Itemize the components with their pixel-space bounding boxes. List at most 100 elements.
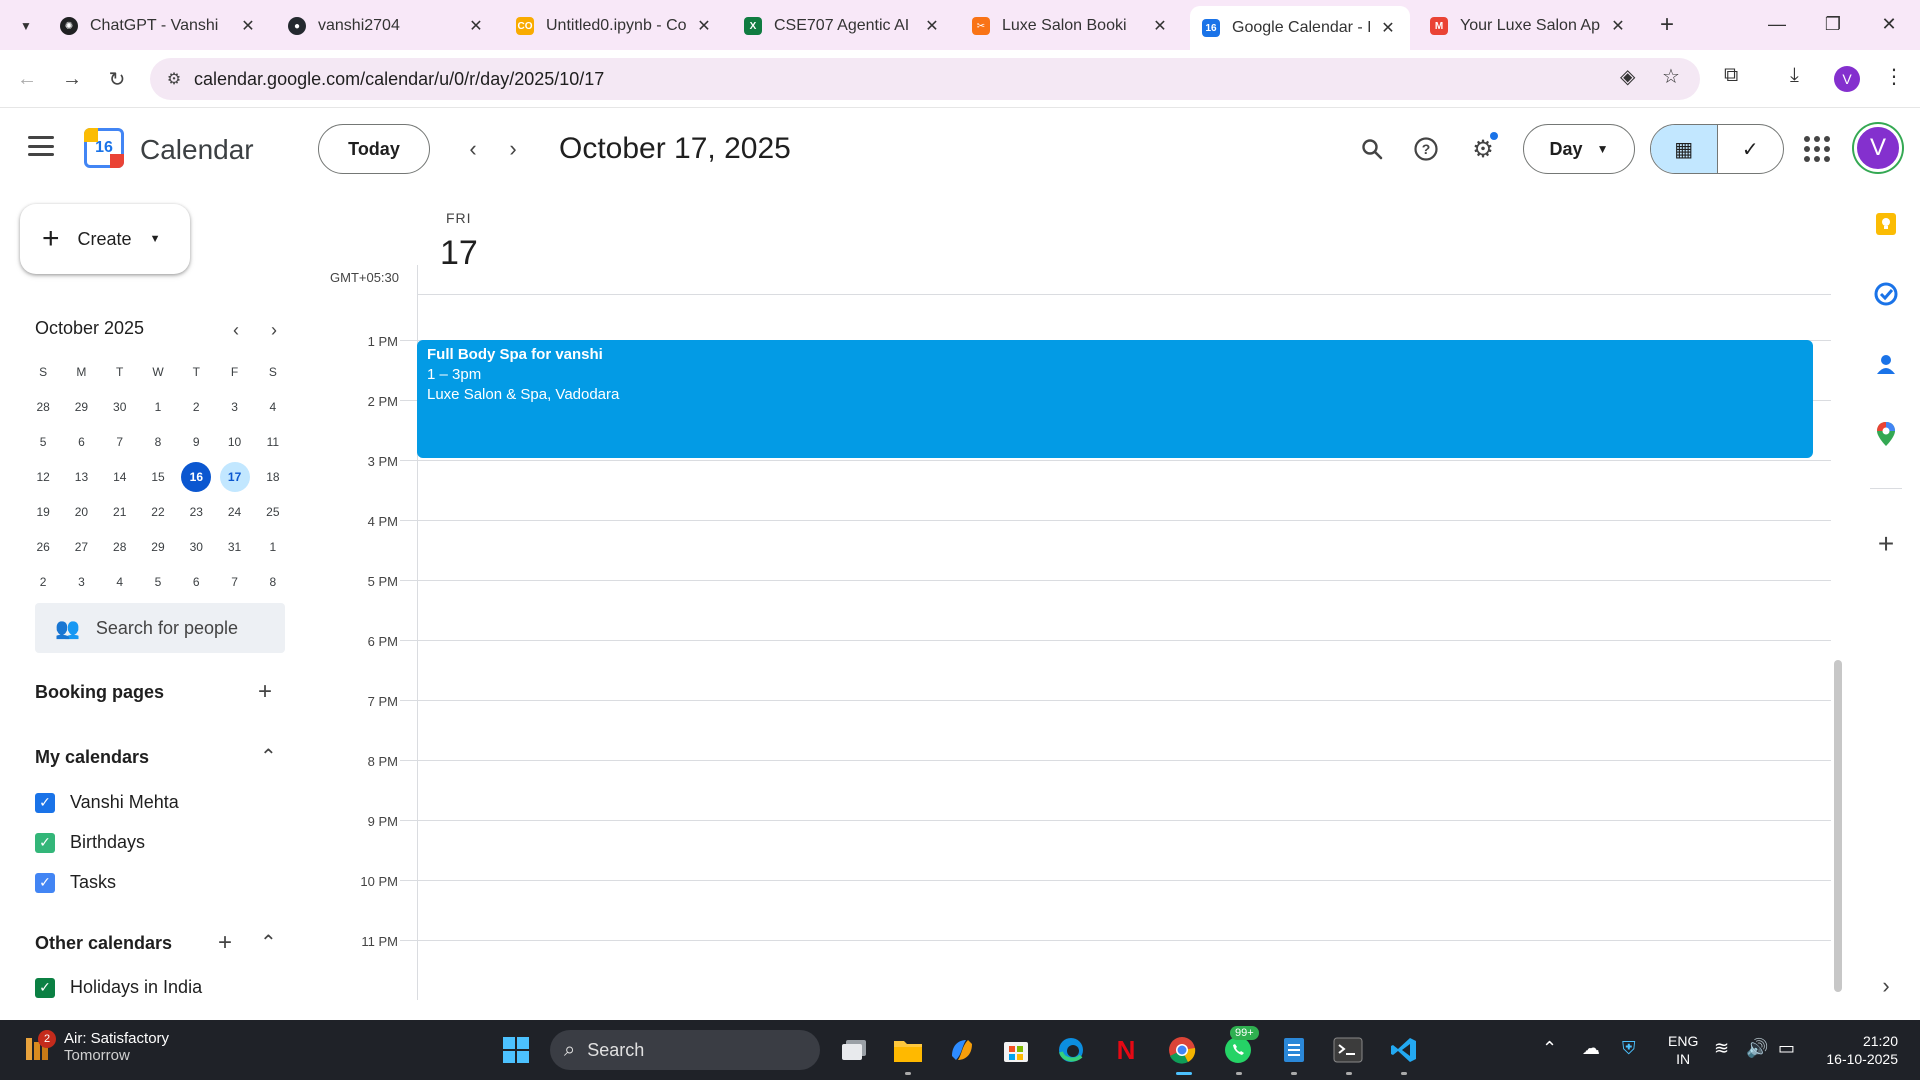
back-icon[interactable]: ←: [10, 62, 44, 96]
mini-calendar-day[interactable]: 24: [215, 497, 253, 527]
mini-calendar-day[interactable]: 21: [101, 497, 139, 527]
chevron-up-icon[interactable]: ⌃: [260, 744, 277, 769]
tab-chatgpt[interactable]: ✺ ChatGPT - Vanshi ✕: [48, 8, 270, 44]
main-menu-icon[interactable]: [28, 136, 54, 156]
checkbox-checked-icon[interactable]: ✓: [35, 977, 55, 998]
chevron-up-icon[interactable]: ⌃: [260, 930, 277, 955]
calendar-item-tasks[interactable]: ✓ Tasks: [35, 872, 116, 893]
tab-gmail[interactable]: M Your Luxe Salon App ✕: [1418, 8, 1640, 44]
minimize-icon[interactable]: —: [1752, 6, 1802, 42]
mini-calendar-day[interactable]: 28: [101, 532, 139, 562]
reload-icon[interactable]: ↻: [100, 62, 134, 96]
mini-calendar-day[interactable]: 11: [254, 427, 292, 457]
address-bar[interactable]: ⚙ calendar.google.com/calendar/u/0/r/day…: [150, 58, 1700, 100]
mini-calendar-selected-day[interactable]: 17: [219, 461, 250, 492]
mini-calendar-day[interactable]: 22: [139, 497, 177, 527]
input-language-indicator[interactable]: ENG IN: [1668, 1032, 1698, 1068]
close-tab-icon[interactable]: ✕: [238, 16, 258, 36]
calendar-logo-icon[interactable]: 16: [84, 128, 124, 168]
google-apps-icon[interactable]: [1804, 136, 1830, 162]
calendar-item-birthdays[interactable]: ✓ Birthdays: [35, 832, 145, 853]
search-icon[interactable]: [1355, 132, 1389, 166]
mini-calendar-day[interactable]: 6: [62, 427, 100, 457]
close-tab-icon[interactable]: ✕: [1378, 18, 1398, 38]
close-tab-icon[interactable]: ✕: [922, 16, 942, 36]
close-window-icon[interactable]: ✕: [1864, 6, 1914, 42]
netflix-icon[interactable]: N: [1110, 1034, 1142, 1066]
keep-icon[interactable]: [1872, 210, 1900, 238]
calendar-event[interactable]: Full Body Spa for vanshi 1 – 3pm Luxe Sa…: [417, 340, 1813, 458]
tab-luxe-salon-booking[interactable]: ✂ Luxe Salon Booki ✕: [960, 8, 1182, 44]
system-clock[interactable]: 21:20 16-10-2025: [1816, 1032, 1898, 1068]
onedrive-cloud-icon[interactable]: ☁: [1582, 1038, 1600, 1059]
mini-calendar-day[interactable]: 1: [139, 392, 177, 422]
defender-shield-icon[interactable]: ⛨: [1622, 1038, 1636, 1059]
expand-side-panel-icon[interactable]: ›: [1872, 972, 1900, 1000]
calendar-item-holidays-in-india[interactable]: ✓ Holidays in India: [35, 977, 202, 998]
restore-icon[interactable]: ❐: [1808, 6, 1858, 42]
browser-profile-avatar[interactable]: V: [1834, 66, 1860, 92]
mini-calendar-day[interactable]: 2: [177, 392, 215, 422]
mini-calendar-day[interactable]: 27: [62, 532, 100, 562]
mini-calendar-day[interactable]: 14: [101, 462, 139, 492]
next-day-icon[interactable]: ›: [498, 134, 528, 164]
checkbox-checked-icon[interactable]: ✓: [35, 832, 55, 853]
day-view-scrollbar[interactable]: [1834, 660, 1842, 992]
microsoft-store-icon[interactable]: [1000, 1034, 1032, 1066]
lens-icon[interactable]: ◈: [1620, 64, 1635, 89]
close-tab-icon[interactable]: ✕: [466, 16, 486, 36]
mini-calendar-day[interactable]: 4: [254, 392, 292, 422]
chrome-icon[interactable]: [1166, 1034, 1198, 1066]
mini-calendar-day[interactable]: 5: [24, 427, 62, 457]
task-view-icon[interactable]: [838, 1034, 870, 1066]
tab-search-dropdown-icon[interactable]: ▼: [12, 12, 40, 40]
calendar-view-icon[interactable]: ▦: [1651, 125, 1718, 173]
mini-calendar-next-icon[interactable]: ›: [262, 318, 286, 342]
tasks-icon[interactable]: [1872, 280, 1900, 308]
mini-calendar-day[interactable]: 8: [139, 427, 177, 457]
close-tab-icon[interactable]: ✕: [694, 16, 714, 36]
copilot-icon[interactable]: [946, 1034, 978, 1066]
mini-calendar-day[interactable]: 7: [101, 427, 139, 457]
file-explorer-icon[interactable]: [892, 1034, 924, 1066]
mini-calendar-day[interactable]: 3: [62, 567, 100, 597]
add-other-calendar-icon[interactable]: +: [218, 929, 232, 957]
mini-calendar-day[interactable]: 5: [139, 567, 177, 597]
mini-calendar-day[interactable]: 8: [254, 567, 292, 597]
checkbox-checked-icon[interactable]: ✓: [35, 792, 55, 813]
help-icon[interactable]: ?: [1409, 132, 1443, 166]
extensions-icon[interactable]: ⧉: [1724, 64, 1738, 87]
day-number[interactable]: 17: [440, 234, 478, 273]
edge-icon[interactable]: [1055, 1034, 1087, 1066]
mini-calendar-day[interactable]: 13: [62, 462, 100, 492]
forward-icon[interactable]: →: [55, 62, 89, 96]
search-people-input[interactable]: 👥 Search for people: [35, 603, 285, 653]
add-booking-page-icon[interactable]: +: [258, 678, 272, 706]
mini-calendar-day[interactable]: 19: [24, 497, 62, 527]
tab-google-calendar[interactable]: 16 Google Calendar - Fr ✕: [1190, 6, 1410, 50]
tasks-view-icon[interactable]: ✓: [1718, 125, 1784, 173]
other-calendars-heading[interactable]: Other calendars: [35, 933, 172, 954]
account-avatar[interactable]: V: [1854, 124, 1902, 172]
mini-calendar-day[interactable]: 20: [62, 497, 100, 527]
mini-calendar-day[interactable]: 18: [254, 462, 292, 492]
mini-calendar-prev-icon[interactable]: ‹: [224, 318, 248, 342]
create-button[interactable]: + Create ▼: [20, 204, 190, 274]
new-tab-button[interactable]: +: [1652, 10, 1682, 40]
notepad-icon[interactable]: [1278, 1034, 1310, 1066]
maps-icon[interactable]: [1872, 420, 1900, 448]
my-calendars-heading[interactable]: My calendars: [35, 747, 149, 768]
volume-icon[interactable]: 🔊: [1746, 1038, 1768, 1059]
mini-calendar-day[interactable]: 31: [215, 532, 253, 562]
calendar-item-vanshi-mehta[interactable]: ✓ Vanshi Mehta: [35, 792, 179, 813]
bookmark-star-icon[interactable]: ☆: [1662, 64, 1680, 89]
mini-calendar-day[interactable]: 23: [177, 497, 215, 527]
browser-menu-icon[interactable]: ⋮: [1884, 64, 1904, 89]
vscode-icon[interactable]: [1388, 1034, 1420, 1066]
today-button[interactable]: Today: [318, 124, 430, 174]
mini-calendar-day[interactable]: 2: [24, 567, 62, 597]
previous-day-icon[interactable]: ‹: [458, 134, 488, 164]
mini-calendar-day[interactable]: 29: [139, 532, 177, 562]
mini-calendar-day[interactable]: 29: [62, 392, 100, 422]
mini-calendar-day[interactable]: 10: [215, 427, 253, 457]
